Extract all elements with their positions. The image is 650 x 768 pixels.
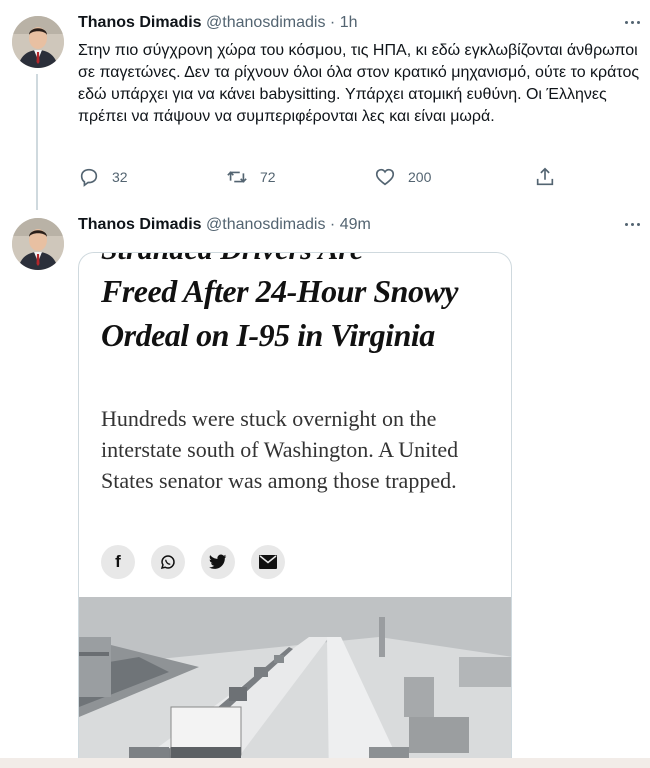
article-headline: Freed After 24-Hour Snowy Ordeal on I-95…	[101, 273, 459, 353]
reply-button[interactable]: 32	[78, 164, 128, 190]
author-name[interactable]: Thanos Dimadis	[78, 216, 202, 233]
author-handle[interactable]: @thanosdimadis	[206, 14, 325, 31]
more-icon[interactable]	[620, 10, 644, 34]
separator: ·	[329, 14, 336, 31]
facebook-icon: f	[101, 545, 135, 579]
attached-image[interactable]: Stranded Drivers Are Freed After 24-Hour…	[78, 252, 512, 768]
page-bottom-edge	[0, 758, 650, 768]
avatar[interactable]	[12, 16, 64, 68]
tweet[interactable]: Thanos Dimadis @thanosdimadis · 49m Stra…	[0, 202, 650, 768]
avatar[interactable]	[12, 218, 64, 270]
tweet-time[interactable]: 1h	[340, 14, 358, 31]
facebook-letter: f	[115, 552, 121, 571]
retweet-icon	[227, 171, 247, 183]
retweet-count: 72	[260, 169, 276, 185]
reply-icon	[80, 168, 98, 187]
like-count: 200	[408, 169, 432, 185]
like-button[interactable]: 200	[374, 164, 431, 190]
email-icon	[251, 545, 285, 579]
retweet-button[interactable]: 72	[226, 164, 276, 190]
thread-line	[36, 74, 38, 210]
author-name[interactable]: Thanos Dimadis	[78, 14, 202, 31]
snowy-highway-photo	[79, 597, 511, 768]
article-clipped-heading: Stranded Drivers Are	[101, 253, 363, 267]
separator: ·	[329, 216, 336, 233]
share-icon	[536, 167, 554, 186]
author-handle[interactable]: @thanosdimadis	[206, 216, 325, 233]
article-summary: Hundreds were stuck overnight on the int…	[101, 406, 459, 493]
more-icon[interactable]	[620, 212, 644, 236]
tweet-actions: 32 72 200	[78, 164, 568, 190]
share-button[interactable]	[534, 164, 556, 190]
twitter-icon	[201, 545, 235, 579]
whatsapp-icon	[151, 545, 185, 579]
reply-count: 32	[112, 169, 128, 185]
tweet-time[interactable]: 49m	[340, 216, 371, 233]
heart-icon	[375, 168, 395, 186]
tweet[interactable]: Thanos Dimadis @thanosdimadis · 1h Στην …	[0, 0, 650, 210]
tweet-text: Στην πιο σύγχρονη χώρα του κόσμου, τις Η…	[78, 42, 640, 125]
tweet-header: Thanos Dimadis @thanosdimadis · 1h	[78, 14, 357, 32]
tweet-header: Thanos Dimadis @thanosdimadis · 49m	[78, 216, 371, 234]
